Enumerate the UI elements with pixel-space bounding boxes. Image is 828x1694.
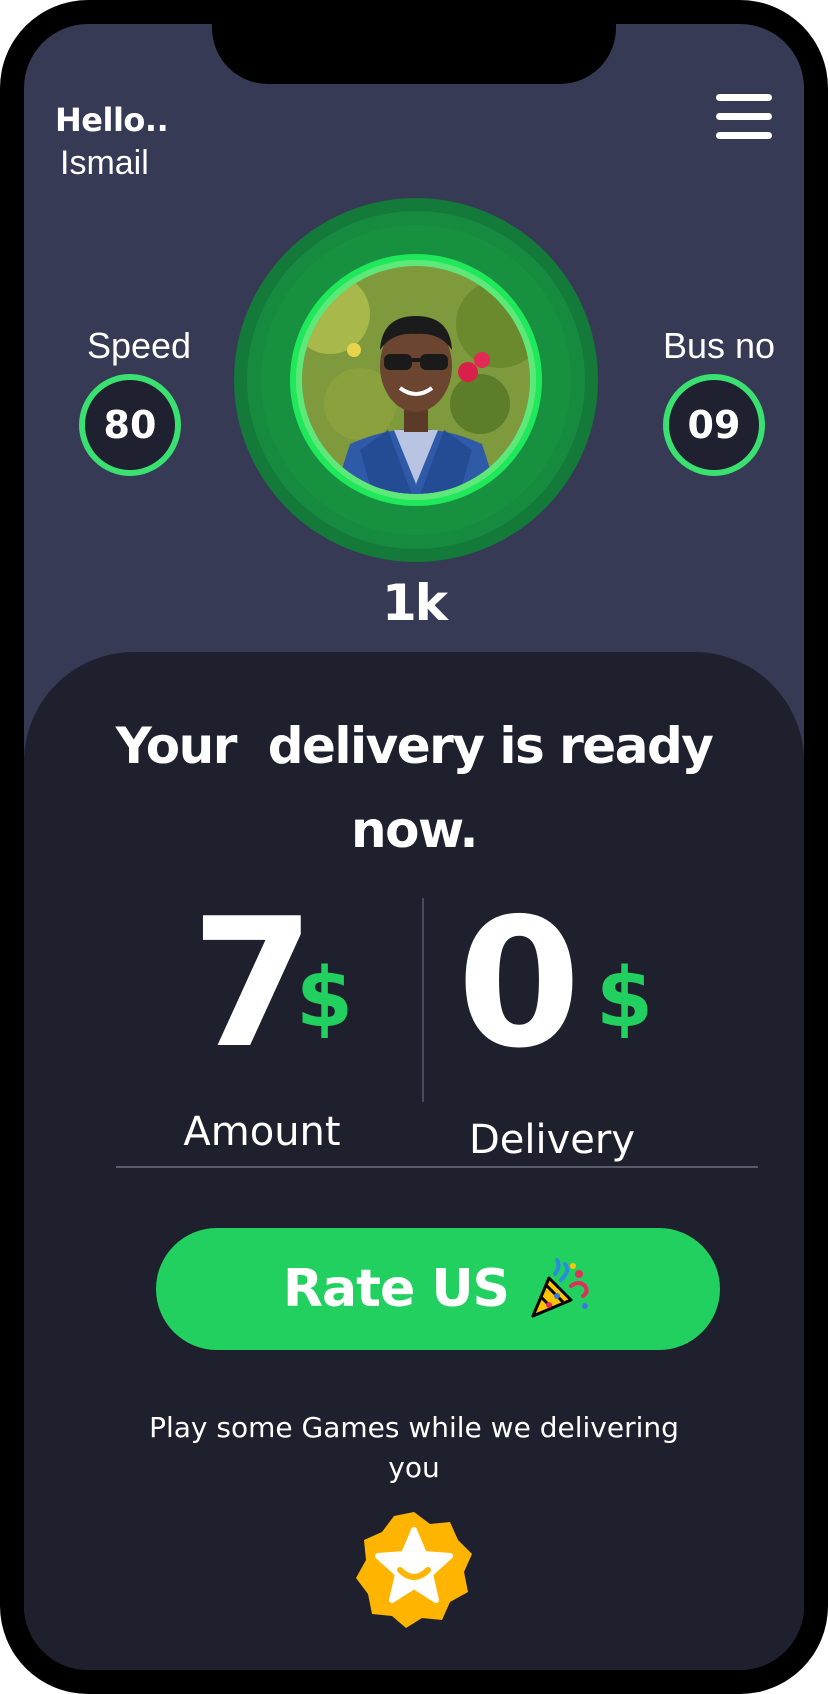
party-popper-icon [531, 1258, 589, 1318]
amount-value: 7 [191, 880, 315, 1087]
points-count: 1k [381, 574, 448, 632]
greeting-hello: Hello.. [55, 101, 169, 139]
user-name: Ismail [60, 144, 149, 182]
speed-label: Speed [86, 325, 192, 366]
app-screen: Hello.. Ismail Speed 80 Bus no 09 1k You… [24, 24, 804, 1670]
avatar-photo [296, 260, 536, 500]
bus-badge: 09 [663, 374, 765, 476]
delivery-value: 0 [457, 880, 581, 1087]
menu-icon[interactable] [716, 94, 772, 142]
bus-label: Bus no [662, 325, 776, 366]
rate-us-label: Rate US [282, 1259, 510, 1319]
value-divider [422, 898, 424, 1102]
greeting: Hello.. Ismail [54, 100, 254, 186]
phone-frame: Hello.. Ismail Speed 80 Bus no 09 1k You… [0, 0, 828, 1694]
avatar[interactable] [290, 254, 542, 506]
avatar-rings [234, 198, 598, 562]
delivery-currency: $ [596, 951, 654, 1046]
section-divider [116, 1166, 758, 1168]
games-prompt: Play some Games while we delivering you [149, 1411, 679, 1484]
amount-label: Amount [183, 1109, 341, 1155]
device-notch [212, 24, 616, 84]
rate-us-button[interactable]: Rate US [156, 1228, 720, 1350]
amount-currency: $ [296, 951, 354, 1046]
delivery-label: Delivery [468, 1117, 636, 1163]
star-smile-games-icon[interactable] [352, 1508, 476, 1632]
speed-badge: 80 [79, 374, 181, 476]
delivery-headline: Your delivery is ready now. [115, 717, 729, 859]
